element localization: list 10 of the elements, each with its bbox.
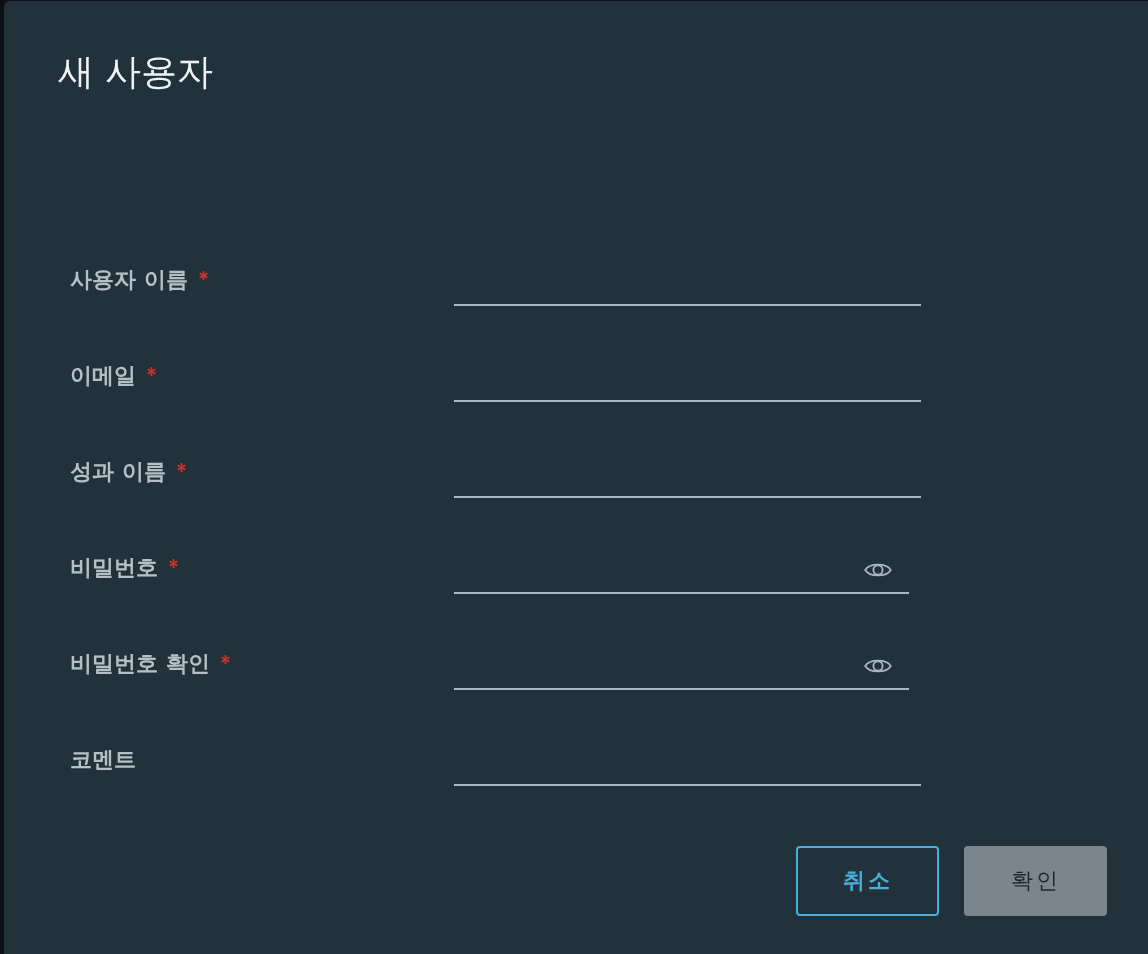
field-label: 비밀번호	[70, 554, 158, 582]
eye-icon[interactable]	[864, 657, 892, 675]
eye-icon[interactable]	[864, 561, 892, 579]
field-label: 사용자 이름	[70, 266, 188, 294]
dialog-title: 새 사용자	[58, 50, 214, 94]
field-label: 성과 이름	[70, 458, 166, 486]
field-label: 코멘트	[70, 746, 136, 774]
field-label: 비밀번호 확인	[70, 650, 210, 678]
field-label: 이메일	[70, 362, 136, 390]
cancel-button[interactable]: 취소	[796, 846, 939, 916]
